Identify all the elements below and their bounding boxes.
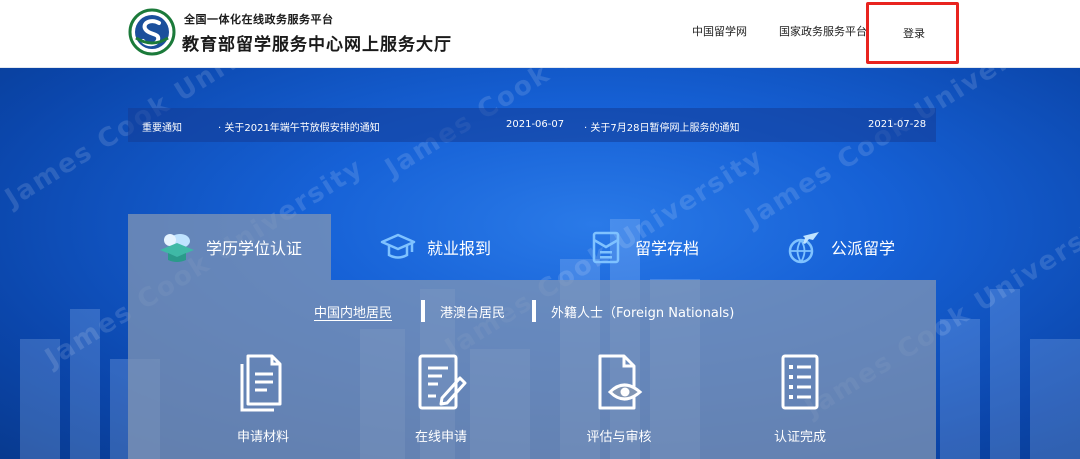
tab-government-sponsored[interactable]: 公派留学 [735, 214, 936, 280]
notice-label: 重要通知 [142, 123, 182, 134]
sub-tab-hk-macao-taiwan[interactable]: 港澳台居民 [440, 302, 505, 321]
airplane-globe-icon [788, 232, 819, 264]
site-logo-icon[interactable] [128, 8, 176, 56]
nav-link-china-study[interactable]: 中国留学网 [692, 23, 747, 39]
notice-link[interactable]: · 关于7月28日暂停网上服务的通知 [584, 119, 739, 134]
tab-study-archive[interactable]: 留学存档 [533, 214, 735, 280]
documents-icon [240, 354, 282, 412]
notice-link[interactable]: · 关于2021年端午节放假安排的通知 [218, 119, 380, 134]
sub-tab-divider [421, 300, 425, 322]
notice-date: 2021-06-07 [506, 119, 565, 130]
tab-label: 就业报到 [427, 239, 492, 258]
sub-tab-foreign-nationals[interactable]: 外籍人士（Foreign Nationals) [551, 302, 734, 321]
site-title[interactable]: 教育部留学服务中心网上服务大厅 [182, 30, 452, 55]
checklist-icon [781, 354, 819, 410]
login-button[interactable]: 登录 [866, 2, 959, 64]
step-label: 在线申请 [414, 430, 467, 445]
tab-label: 公派留学 [831, 239, 896, 258]
residency-sub-tabs: 中国内地居民 港澳台居民 外籍人士（Foreign Nationals) [128, 300, 936, 324]
tab-label: 留学存档 [635, 239, 700, 258]
document-archive-icon [592, 231, 620, 264]
site-header: 全国一体化在线政务服务平台 教育部留学服务中心网上服务大厅 中国留学网 国家政务… [0, 0, 1080, 68]
step-label: 认证完成 [773, 430, 826, 445]
login-label: 登录 [903, 27, 925, 40]
degree-verification-panel: 中国内地居民 港澳台居民 外籍人士（Foreign Nationals) 申请材… [128, 280, 936, 459]
tab-employment-registration[interactable]: 就业报到 [331, 214, 533, 280]
mortarboard-icon [380, 233, 416, 259]
sub-tab-divider [532, 300, 536, 322]
edit-form-icon [418, 354, 467, 410]
notice-date: 2021-07-28 [868, 119, 927, 130]
nav-link-gov-services[interactable]: 国家政务服务平台 [779, 23, 867, 39]
document-eye-icon [598, 354, 643, 410]
step-label: 申请材料 [236, 430, 289, 445]
step-label: 评估与审核 [586, 430, 652, 445]
service-tabs: 学历学位认证 就业报到 留学存档 公派留学 [128, 214, 936, 280]
notice-bar: 重要通知 · 关于2021年端午节放假安排的通知 2021-06-07 · 关于… [128, 108, 936, 142]
graduation-cap-icon [160, 234, 194, 262]
sub-tab-mainland[interactable]: 中国内地居民 [314, 302, 392, 321]
tab-degree-verification[interactable]: 学历学位认证 [128, 214, 331, 280]
platform-subtitle: 全国一体化在线政务服务平台 [184, 13, 334, 26]
tab-label: 学历学位认证 [206, 239, 303, 258]
